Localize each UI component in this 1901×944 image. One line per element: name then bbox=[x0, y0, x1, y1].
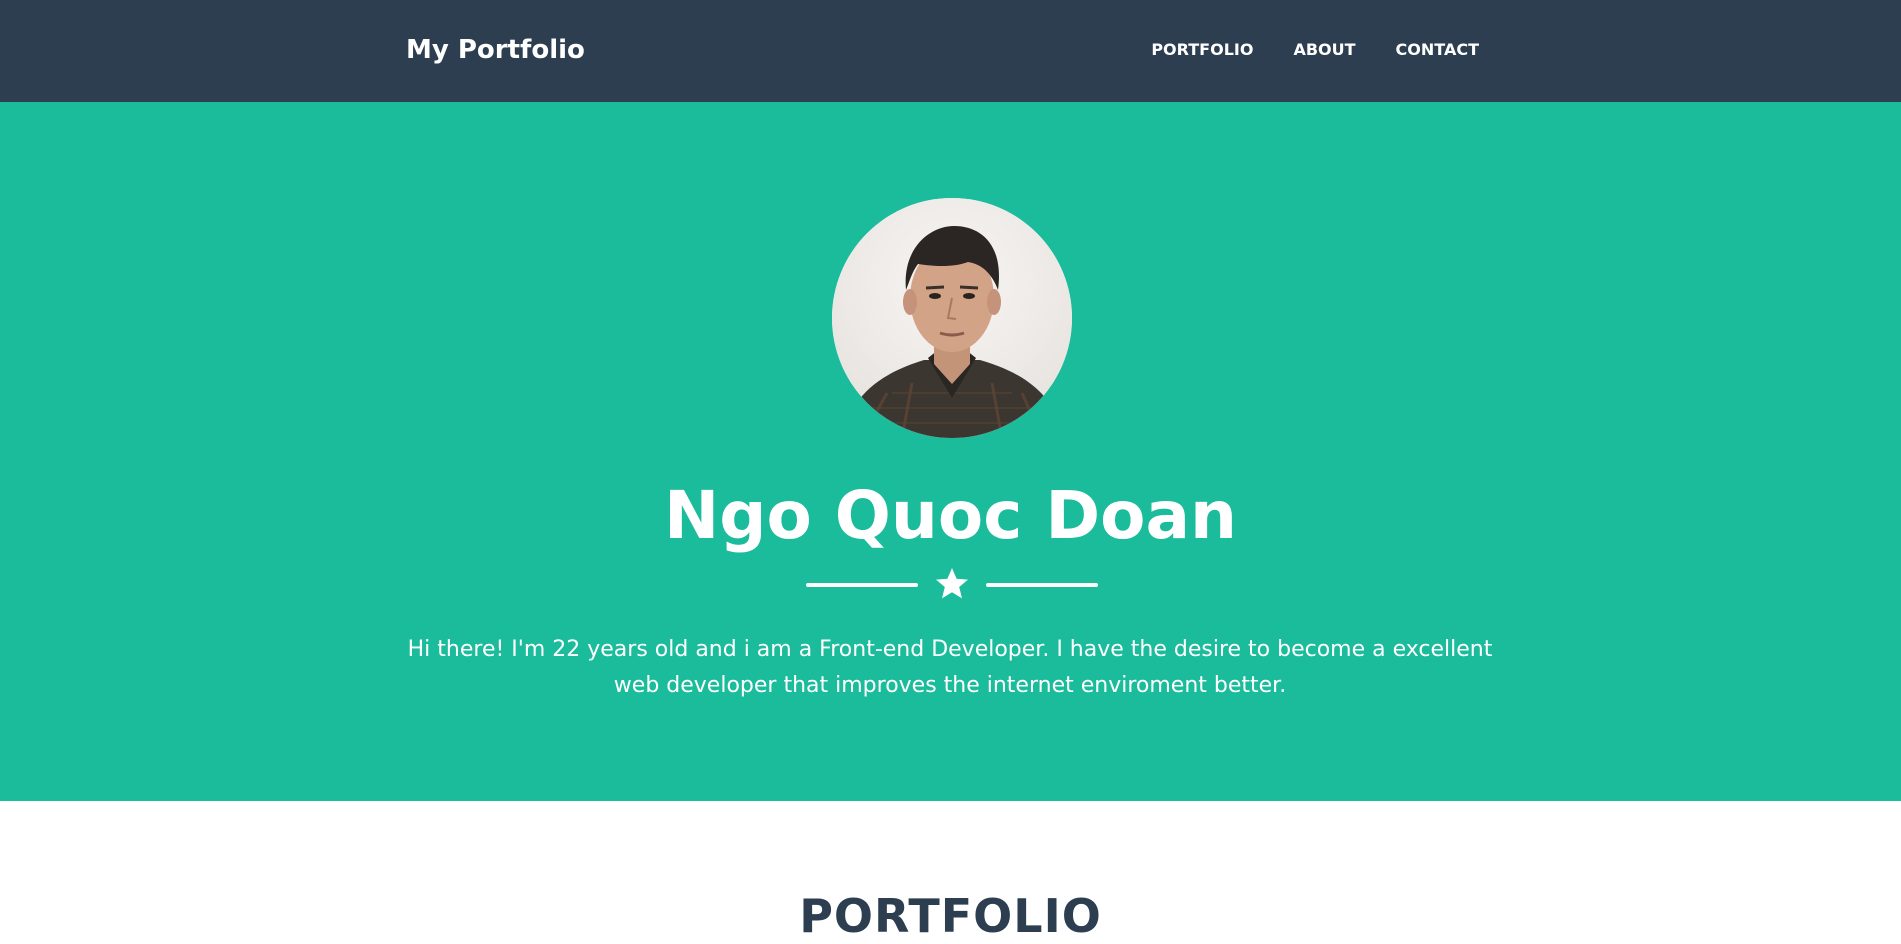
hero-name: Ngo Quoc Doan bbox=[664, 477, 1237, 554]
star-divider bbox=[806, 564, 1098, 604]
nav-link-contact[interactable]: CONTACT bbox=[1396, 38, 1479, 62]
nav-menu: PORTFOLIO ABOUT CONTACT bbox=[1151, 38, 1479, 62]
hero-intro: Hi there! I'm 22 years old and i am a Fr… bbox=[407, 637, 1493, 698]
hero-section: Ngo Quoc Doan Hi there! I'm 22 years old… bbox=[0, 102, 1901, 801]
star-icon bbox=[936, 568, 968, 599]
divider-line-right bbox=[986, 583, 1098, 587]
top-navbar: My Portfolio PORTFOLIO ABOUT CONTACT bbox=[0, 0, 1901, 102]
portfolio-section-title: PORTFOLIO bbox=[799, 889, 1102, 943]
avatar-photo bbox=[832, 198, 1072, 438]
brand-link[interactable]: My Portfolio bbox=[406, 32, 585, 68]
avatar bbox=[832, 198, 1072, 438]
divider-line-left bbox=[806, 583, 918, 587]
nav-link-about[interactable]: ABOUT bbox=[1293, 38, 1355, 62]
nav-link-portfolio[interactable]: PORTFOLIO bbox=[1151, 38, 1253, 62]
